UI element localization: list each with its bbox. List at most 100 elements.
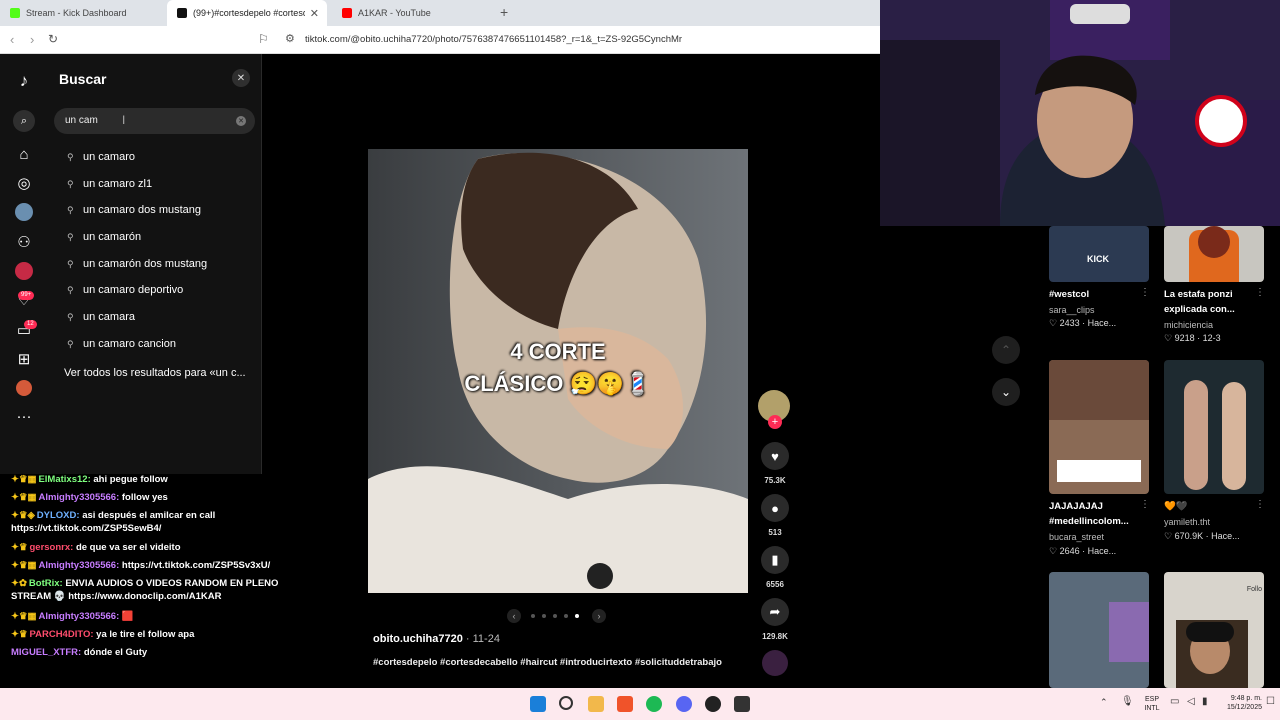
chevron-up-icon[interactable]: ⌃ (992, 336, 1020, 364)
card-title[interactable]: JAJAJAJAJ (1049, 499, 1103, 514)
card-title[interactable]: explicada con... (1164, 302, 1235, 317)
windows-start-icon[interactable] (530, 696, 546, 712)
tiktok-logo-icon[interactable]: ♪ (14, 71, 34, 91)
upload-icon[interactable]: ⊞ (14, 349, 34, 369)
obs-icon[interactable] (705, 696, 721, 712)
card-thumbnail[interactable]: KICK (1049, 226, 1149, 282)
discord-icon[interactable] (676, 696, 692, 712)
prev-slide-icon[interactable]: ‹ (507, 609, 521, 623)
url-field[interactable]: tiktok.com/@obito.uchiha7720/photo/75763… (305, 34, 682, 45)
friends-icon[interactable]: ⚇ (14, 232, 34, 252)
chevron-down-icon[interactable]: ⌄ (992, 378, 1020, 406)
suggestion-item[interactable]: ⚲ un camarón dos mustang (67, 255, 207, 273)
tab-tiktok[interactable]: (99+)#cortesdepelo #cortesdec... ✕ (167, 0, 327, 26)
notifications-icon[interactable]: ☐ (1266, 696, 1275, 707)
chevron-up-icon[interactable]: ⌃ (1100, 697, 1108, 708)
tab-title: A1KAR - YouTube (358, 8, 431, 18)
card-title[interactable]: #medellincolom... (1049, 514, 1129, 529)
suggestion-item[interactable]: ⚲ un camaro cancion (67, 335, 176, 353)
slide-dot[interactable] (541, 614, 546, 618)
bookmark-icon[interactable]: ▮ (761, 546, 789, 574)
post-author[interactable]: obito.uchiha7720 · 11-24 (373, 633, 500, 645)
suggestion-item[interactable]: ⚲ un camara (67, 308, 135, 326)
slide-dot-active[interactable] (574, 614, 579, 618)
search-input[interactable]: un cam I ✕ (54, 108, 255, 134)
spotify-icon[interactable] (646, 696, 662, 712)
suggestion-item[interactable]: ⚲ un camaro deportivo (67, 281, 183, 299)
follow-plus-icon[interactable]: + (768, 415, 782, 429)
search-icon[interactable] (559, 696, 573, 710)
search-icon: ⚲ (67, 338, 74, 349)
card-user[interactable]: yamileth.tht (1164, 517, 1210, 527)
profile-icon[interactable] (14, 378, 34, 398)
chat-message: MIGUEL_XTFR: dónde el Guty (11, 647, 148, 658)
sound-disc-icon[interactable] (762, 650, 788, 676)
post-hashtags[interactable]: #cortesdepelo #cortesdecabello #haircut … (373, 657, 722, 668)
site-info-icon[interactable]: ⚙ (285, 32, 295, 45)
clock-date: 15/12/2025 (1226, 704, 1262, 711)
language-indicator[interactable]: ESP INTL (1140, 695, 1164, 713)
more-icon[interactable]: ⋮ (1255, 499, 1265, 510)
suggestion-label: un camarón (83, 231, 142, 243)
microphone-icon[interactable]: 🎙 (1121, 696, 1134, 707)
suggestion-item[interactable]: ⚲ un camaro zl1 (67, 175, 152, 193)
slide-dot[interactable] (552, 614, 557, 618)
suggestion-item[interactable]: ⚲ un camarón (67, 228, 141, 246)
explore-icon[interactable]: ◎ (14, 173, 34, 193)
post-photo[interactable]: 4 CORTE CLÁSICO 😮‍💨🤫💈 (368, 149, 748, 593)
card-thumbnail[interactable] (1049, 360, 1149, 494)
suggestion-item[interactable]: ⚲ un camaro (67, 148, 135, 166)
search-input-value[interactable]: un cam (65, 115, 98, 126)
windows-taskbar: ⌃ 🎙 ESP INTL ▭ ◁ ▮ 9:48 p. m. 15/12/2025 ☐ (0, 688, 1280, 720)
live-icon[interactable] (14, 261, 34, 281)
card-user[interactable]: bucara_street (1049, 532, 1104, 542)
card-title[interactable]: La estafa ponzi (1164, 287, 1233, 302)
more-icon[interactable]: ⋮ (1140, 287, 1150, 298)
card-user[interactable]: michiciencia (1164, 320, 1213, 330)
network-icon[interactable]: ▭ (1170, 696, 1179, 707)
new-tab-icon[interactable]: + (500, 4, 508, 20)
next-slide-icon[interactable]: › (592, 609, 606, 623)
card-thumbnail[interactable] (1164, 226, 1264, 282)
tiktok-nav-rail: ♪ ⌕ ⌂ ◎ ⚇ ♡ 99+ ▭ 12 ⊞ ··· (0, 54, 48, 474)
epic-games-icon[interactable] (734, 696, 750, 712)
card-thumbnail[interactable] (1164, 360, 1264, 494)
share-count: 129.8K (762, 632, 788, 641)
card-user[interactable]: sara__clips (1049, 305, 1095, 315)
close-icon[interactable]: ✕ (310, 7, 319, 20)
chat-message: ✦♛▦ Almighty3305566: https://vt.tiktok.co… (11, 560, 271, 571)
tab-kick-dashboard[interactable]: Stream - Kick Dashboard (0, 0, 165, 26)
slide-dot[interactable] (563, 614, 568, 618)
share-icon[interactable]: ➦ (761, 598, 789, 626)
file-explorer-icon[interactable] (588, 696, 604, 712)
tab-youtube[interactable]: A1KAR - YouTube (332, 0, 492, 26)
more-icon[interactable]: ··· (14, 406, 34, 426)
following-icon[interactable] (14, 202, 34, 222)
volume-icon[interactable]: ◁ (1187, 696, 1195, 707)
comment-icon[interactable]: ● (761, 494, 789, 522)
search-icon[interactable]: ⌕ (13, 110, 35, 132)
clock[interactable]: 9:48 p. m. 15/12/2025 (1206, 694, 1262, 712)
bookmark-icon[interactable]: ⚐ (258, 32, 269, 46)
close-icon[interactable]: ✕ (232, 69, 250, 87)
home-icon[interactable]: ⌂ (14, 144, 34, 164)
card-title[interactable]: #westcol (1049, 287, 1089, 302)
clear-icon[interactable]: ✕ (236, 116, 246, 126)
see-all-results-link[interactable]: Ver todos los resultados para «un c... (64, 367, 246, 379)
more-icon[interactable]: ⋮ (1140, 499, 1150, 510)
search-panel: Buscar ✕ un cam I ✕ ⚲ un camaro ⚲ un camar… (48, 54, 262, 474)
suggestion-label: un camaro zl1 (83, 178, 153, 190)
back-icon[interactable]: ‹ (10, 32, 14, 47)
card-thumbnail[interactable] (1049, 572, 1149, 688)
like-icon[interactable]: ♥ (761, 442, 789, 470)
forward-icon[interactable]: › (30, 32, 34, 47)
card-title[interactable]: 🧡🖤 (1164, 499, 1188, 514)
stream-chat-overlay: ✦♛▦ ElMatixs12: ahi pegue follow ✦♛▦ Almig… (0, 470, 300, 685)
more-icon[interactable]: ⋮ (1255, 287, 1265, 298)
author-name[interactable]: obito.uchiha7720 (373, 633, 463, 645)
brave-browser-icon[interactable] (617, 696, 633, 712)
reload-icon[interactable]: ↻ (48, 32, 58, 46)
suggestion-label: un camaro dos mustang (83, 204, 202, 216)
slide-dot[interactable] (530, 614, 535, 618)
suggestion-item[interactable]: ⚲ un camaro dos mustang (67, 201, 201, 219)
